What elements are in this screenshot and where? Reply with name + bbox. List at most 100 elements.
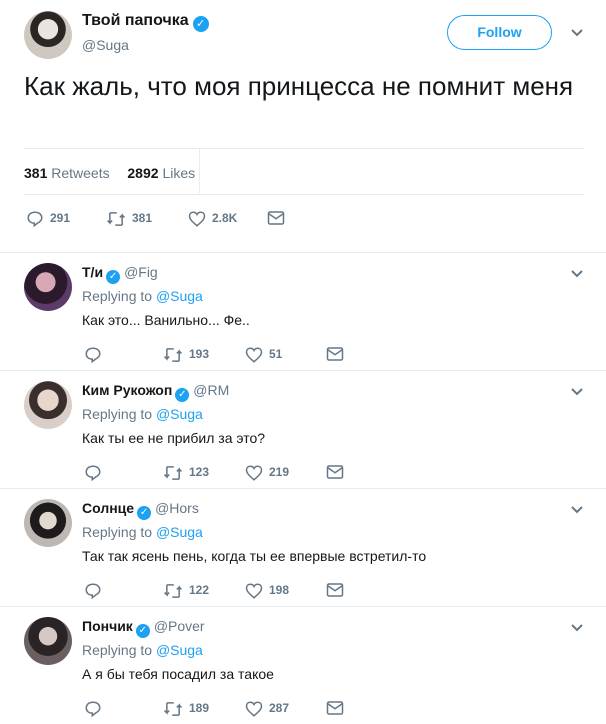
- retweet-icon: [106, 212, 126, 226]
- reply-icon: [85, 701, 101, 718]
- reply-author-name: Ким Рукожоп: [82, 382, 173, 398]
- replying-prefix: Replying to: [82, 524, 153, 540]
- reply-author[interactable]: Пончик ✓ @Pover: [82, 618, 205, 638]
- retweet-count: 381: [132, 211, 153, 226]
- reply-author[interactable]: Ким Рукожоп ✓ @RM: [82, 382, 229, 402]
- retweet-count: 123: [189, 465, 210, 480]
- heart-icon: [245, 465, 263, 481]
- retweet-count: 122: [189, 583, 210, 598]
- reply-text: А я бы тебя посадил за такое: [82, 666, 274, 682]
- replying-to-link[interactable]: @Suga: [156, 642, 203, 658]
- replying-to: Replying to @Suga: [82, 406, 203, 422]
- reply-author-name: Пончик: [82, 618, 133, 634]
- stats-separator: [199, 149, 200, 193]
- reply-icon: [85, 347, 101, 364]
- like-action[interactable]: 51: [245, 346, 282, 364]
- retweet-icon: [163, 348, 183, 362]
- retweet-action[interactable]: 381: [106, 210, 152, 228]
- avatar[interactable]: [24, 499, 72, 547]
- reply-action[interactable]: [84, 700, 108, 718]
- reply-author[interactable]: Т/и ✓ @Fig: [82, 264, 158, 284]
- reply-author-name: Т/и: [82, 264, 104, 280]
- dm-action[interactable]: [326, 582, 350, 598]
- reply-author-handle: @RM: [193, 382, 230, 398]
- chevron-down-icon[interactable]: [571, 267, 583, 281]
- envelope-icon: [326, 347, 344, 361]
- likes-label[interactable]: Likes: [162, 165, 195, 181]
- replying-prefix: Replying to: [82, 406, 153, 422]
- retweet-count: 193: [189, 347, 210, 362]
- reply-author-name: Солнце: [82, 500, 135, 516]
- dm-action[interactable]: [267, 210, 291, 226]
- reply-tweet[interactable]: Солнце ✓ @Hors Replying to @Suga Так так я…: [0, 488, 606, 606]
- reply-text: Как это... Ванильно... Фе..: [82, 312, 250, 328]
- dm-action[interactable]: [326, 464, 350, 480]
- reply-icon: [27, 211, 43, 228]
- reply-action[interactable]: 291: [26, 210, 70, 228]
- reply-icon: [85, 583, 101, 600]
- envelope-icon: [267, 211, 285, 225]
- reply-tweet[interactable]: Пончик ✓ @Pover Replying to @Suga А я бы т…: [0, 606, 606, 724]
- dm-action[interactable]: [326, 346, 350, 362]
- replying-prefix: Replying to: [82, 642, 153, 658]
- reply-icon: [85, 465, 101, 482]
- heart-icon: [245, 583, 263, 599]
- avatar[interactable]: [24, 617, 72, 665]
- author-name[interactable]: Твой папочка ✓: [82, 12, 209, 32]
- envelope-icon: [326, 701, 344, 715]
- retweets-count[interactable]: 381: [24, 165, 47, 181]
- divider: [24, 148, 584, 149]
- replying-to: Replying to @Suga: [82, 642, 203, 658]
- retweet-action[interactable]: 122: [163, 582, 209, 600]
- like-count: 198: [269, 583, 290, 598]
- replying-to-link[interactable]: @Suga: [156, 524, 203, 540]
- reply-author[interactable]: Солнце ✓ @Hors: [82, 500, 199, 520]
- like-count: 51: [269, 347, 283, 362]
- retweet-count: 189: [189, 701, 210, 716]
- like-count: 287: [269, 701, 290, 716]
- verified-badge-icon: ✓: [192, 16, 209, 32]
- like-count: 219: [269, 465, 290, 480]
- reply-author-handle: @Pover: [153, 618, 205, 634]
- reply-action[interactable]: [84, 346, 108, 364]
- chevron-down-icon[interactable]: [571, 26, 583, 40]
- verified-badge-icon: ✓: [106, 270, 121, 284]
- retweet-action[interactable]: 189: [163, 700, 209, 718]
- reply-author-handle: @Fig: [124, 264, 158, 280]
- reply-action[interactable]: [84, 464, 108, 482]
- reply-count: 291: [50, 211, 71, 226]
- avatar[interactable]: [24, 263, 72, 311]
- replying-to-link[interactable]: @Suga: [156, 288, 203, 304]
- replying-to-link[interactable]: @Suga: [156, 406, 203, 422]
- divider: [24, 194, 584, 195]
- likes-count[interactable]: 2892: [127, 165, 158, 181]
- reply-text: Так так ясень пень, когда ты ее впервые …: [82, 548, 427, 564]
- tweet-stats: 381 Retweets 2892 Likes: [24, 165, 195, 181]
- reply-tweet[interactable]: Ким Рукожоп ✓ @RM Replying to @Suga Как ты…: [0, 370, 606, 488]
- reply-action[interactable]: [84, 582, 108, 600]
- replying-to: Replying to @Suga: [82, 524, 203, 540]
- retweet-action[interactable]: 193: [163, 346, 209, 364]
- heart-icon: [245, 347, 263, 363]
- like-action[interactable]: 2.8K: [188, 210, 237, 228]
- follow-button[interactable]: Follow: [447, 15, 552, 50]
- author-handle[interactable]: @Suga: [82, 37, 129, 53]
- avatar[interactable]: [24, 381, 72, 429]
- verified-badge-icon: ✓: [135, 624, 150, 638]
- retweet-icon: [163, 466, 183, 480]
- reply-tweet[interactable]: Т/и ✓ @Fig Replying to @Suga Как это... Ва…: [0, 252, 606, 370]
- retweet-icon: [163, 584, 183, 598]
- like-action[interactable]: 287: [245, 700, 289, 718]
- retweet-action[interactable]: 123: [163, 464, 209, 482]
- like-action[interactable]: 219: [245, 464, 289, 482]
- retweets-label[interactable]: Retweets: [51, 165, 109, 181]
- chevron-down-icon[interactable]: [571, 503, 583, 517]
- like-count: 2.8K: [212, 211, 238, 226]
- verified-badge-icon: ✓: [175, 388, 190, 402]
- chevron-down-icon[interactable]: [571, 385, 583, 399]
- avatar[interactable]: [24, 11, 72, 59]
- dm-action[interactable]: [326, 700, 350, 716]
- like-action[interactable]: 198: [245, 582, 289, 600]
- chevron-down-icon[interactable]: [571, 621, 583, 635]
- retweet-icon: [163, 702, 183, 716]
